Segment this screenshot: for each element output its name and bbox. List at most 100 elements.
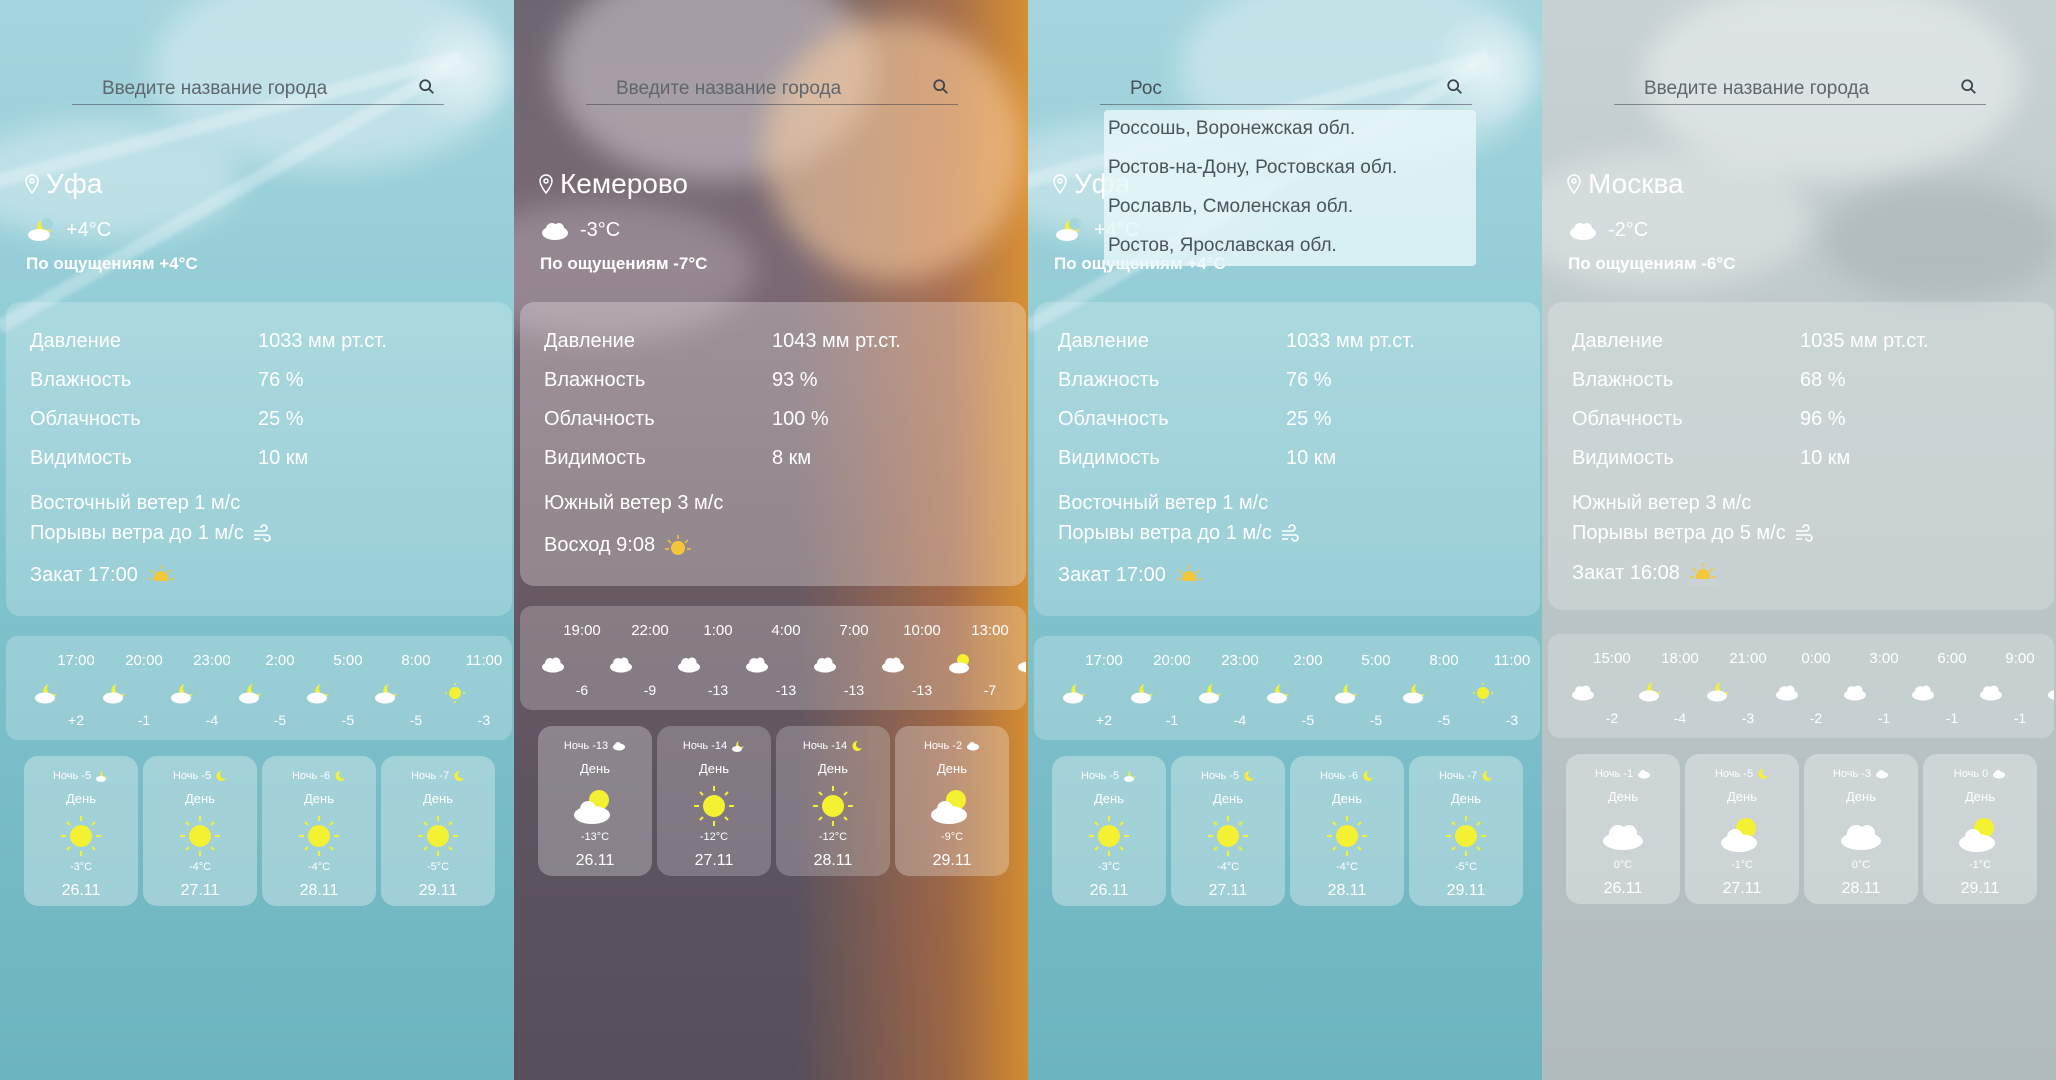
cloud-icon — [1876, 770, 1889, 779]
sunset-icon — [1173, 565, 1204, 588]
location-pin-icon — [1053, 174, 1067, 194]
humidity-row: Влажность 93 % — [544, 369, 818, 391]
wind-icon — [1281, 523, 1299, 542]
sun-icon — [1446, 816, 1486, 856]
suggestion-item[interactable]: Рославль, Смоленская обл. — [1108, 196, 1353, 218]
daily-card[interactable]: Ночь -5 День -3°C 26.11 — [1052, 756, 1166, 906]
sun-icon — [180, 816, 220, 856]
hourly-forecast[interactable]: 19:00 -6 22:00 -9 1:00 -13 4:00 -13 7:00 -13 … — [520, 606, 1026, 710]
cloudiness-row: Облачность 100 % — [544, 408, 829, 430]
moon-cloud-icon — [1639, 682, 1661, 702]
temperature-value: -2°C — [1608, 218, 1649, 241]
visibility-row: Видимость 10 км — [1572, 447, 1851, 469]
moon-icon — [335, 770, 346, 781]
hourly-forecast[interactable]: 17:00 +2 20:00 -1 23:00 -4 2:00 -5 5:00 -5 8:… — [6, 636, 512, 740]
search-bar — [72, 72, 444, 105]
night-temp: Ночь -6 — [262, 770, 376, 782]
city-suggestions-dropdown: Россошь, Воронежская обл. Ростов-на-Дону… — [1104, 110, 1476, 266]
sun-cloud-icon — [1721, 818, 1757, 852]
daily-card[interactable]: Ночь -7 День -5°C 29.11 — [1409, 756, 1523, 906]
daily-card[interactable]: Ночь -5 День -4°C 27.11 — [1171, 756, 1285, 906]
daily-card[interactable]: Ночь -14 День -12°C 27.11 — [657, 726, 771, 876]
visibility-row: Видимость 10 км — [30, 447, 309, 469]
search-icon[interactable] — [418, 78, 436, 96]
daily-card[interactable]: Ночь -7 День -5°C 29.11 — [381, 756, 495, 906]
cloud-icon — [1980, 685, 2002, 701]
search-input[interactable] — [100, 76, 404, 102]
suggestion-item[interactable]: Ростов, Ярославская обл. — [1108, 235, 1337, 257]
weather-details-card: Давление 1033 мм рт.ст. Влажность 76 % Обл… — [1034, 302, 1540, 616]
humidity-row: Влажность 76 % — [30, 369, 304, 391]
cloud-icon — [678, 657, 700, 673]
search-input[interactable] — [614, 76, 918, 102]
daily-card[interactable]: Ночь -6 День -4°C 28.11 — [262, 756, 376, 906]
cloudiness-row: Облачность 25 % — [30, 408, 304, 430]
sunrise-icon — [665, 535, 692, 555]
city-name: Уфа — [24, 168, 102, 200]
pressure-row: Давление 1043 мм рт.ст. — [544, 330, 901, 352]
search-input[interactable] — [1642, 76, 1946, 102]
sunset-icon — [145, 565, 176, 588]
cloud-icon — [1570, 223, 1596, 240]
moon-cloud-icon — [1124, 771, 1137, 782]
daily-card[interactable]: Ночь -13 День -13°C 26.11 — [538, 726, 652, 876]
moon-cloud-icon — [375, 684, 397, 704]
moon-icon — [1363, 770, 1374, 781]
night-temp: Ночь -5 — [1685, 768, 1799, 780]
wind-line: Южный ветер 3 м/с — [1572, 492, 1752, 514]
search-bar — [1614, 72, 1986, 105]
search-bar — [1100, 72, 1472, 105]
night-temp: Ночь -14 — [657, 740, 771, 752]
location-pin-icon — [539, 174, 553, 194]
search-icon[interactable] — [1960, 78, 1978, 96]
moon-cloud-icon — [239, 684, 261, 704]
search-icon[interactable] — [932, 78, 950, 96]
daily-card[interactable]: Ночь -14 День -12°C 28.11 — [776, 726, 890, 876]
weather-details-card: Давление 1043 мм рт.ст. Влажность 93 % Обл… — [520, 302, 1026, 586]
weather-panel-kemerovo: Кемерово -3°C По ощущениям -7°C Давление… — [514, 0, 1028, 1080]
daily-card[interactable]: Ночь -5 День -3°C 26.11 — [24, 756, 138, 906]
hourly-forecast[interactable]: 15:00 -2 18:00 -4 21:00 -3 0:00 -2 3:00 -1 6:… — [1548, 634, 2054, 738]
sun-cloud-icon — [949, 654, 969, 674]
suggestion-item[interactable]: Россошь, Воронежская обл. — [1108, 118, 1355, 140]
cloud-icon — [814, 657, 836, 673]
cloud-icon — [542, 223, 568, 240]
cloud-icon — [613, 742, 626, 751]
daily-card[interactable]: Ночь -2 День -9°C 29.11 — [895, 726, 1009, 876]
daily-card[interactable]: Ночь -5 День -4°C 27.11 — [143, 756, 257, 906]
daily-card[interactable]: Ночь -1 День 0°C 26.11 — [1566, 754, 1680, 904]
night-temp: Ночь -13 — [538, 740, 652, 752]
cloud-icon — [1912, 685, 1934, 701]
search-input[interactable] — [1128, 76, 1432, 102]
weather-panel-moscow: Москва -2°C По ощущениям -6°C Давление10… — [1542, 0, 2056, 1080]
feels-like: По ощущениям -6°C — [1568, 254, 1736, 273]
night-temp: Ночь -2 — [895, 740, 1009, 752]
sun-icon — [445, 683, 465, 703]
night-temp: Ночь -5 — [1052, 770, 1166, 782]
search-icon[interactable] — [1446, 78, 1464, 96]
night-temp: Ночь -6 — [1290, 770, 1404, 782]
wind-icon — [253, 523, 271, 542]
sun-icon — [1208, 816, 1248, 856]
sun-icon — [299, 816, 339, 856]
cloudiness-row: Облачность 25 % — [1058, 408, 1332, 430]
daily-card[interactable]: Ночь -3 День 0°C 28.11 — [1804, 754, 1918, 904]
feels-like: По ощущениям -7°C — [540, 254, 708, 273]
suggestion-item[interactable]: Ростов-на-Дону, Ростовская обл. — [1108, 157, 1397, 179]
cloud-icon — [1844, 685, 1866, 701]
humidity-row: Влажность 76 % — [1058, 369, 1332, 391]
night-cloud-icon — [28, 218, 53, 241]
daily-card[interactable]: Ночь 0 День -1°C 29.11 — [1923, 754, 2037, 904]
cloud-icon — [967, 742, 980, 751]
hourly-forecast[interactable]: 17:00 +2 20:00 -1 23:00 -4 2:00 -5 5:00 -5 8:… — [1034, 636, 1540, 740]
moon-icon — [216, 770, 227, 781]
current-temperature: -3°C — [540, 218, 620, 242]
gusts-line: Порывы ветра до 1 м/с — [30, 522, 272, 545]
moon-cloud-icon — [1267, 684, 1289, 704]
cloud-icon — [882, 657, 904, 673]
sun-event-line: Восход 9:08 — [544, 532, 693, 558]
moon-cloud-icon — [732, 741, 745, 752]
daily-card[interactable]: Ночь -5 День -1°C 27.11 — [1685, 754, 1799, 904]
daily-card[interactable]: Ночь -6 День -4°C 28.11 — [1290, 756, 1404, 906]
night-temp: Ночь -3 — [1804, 768, 1918, 780]
